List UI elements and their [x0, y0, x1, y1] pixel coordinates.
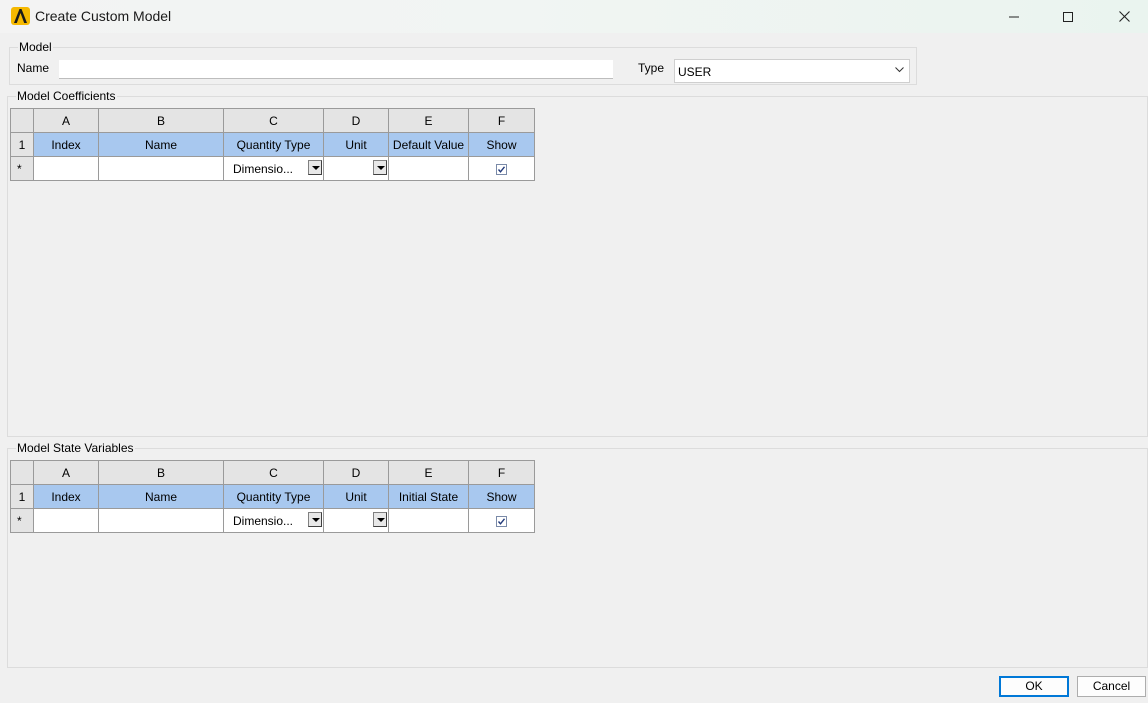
- column-letter: E: [388, 460, 469, 485]
- column-letter: F: [468, 108, 535, 133]
- column-header-default-value: Default Value: [388, 132, 469, 157]
- minimize-icon: [1009, 16, 1019, 17]
- dropdown-arrow-icon[interactable]: [373, 512, 387, 527]
- column-letter: C: [223, 460, 324, 485]
- name-cell[interactable]: [98, 508, 224, 533]
- ok-button[interactable]: OK: [999, 676, 1069, 697]
- name-cell[interactable]: [98, 156, 224, 181]
- minimize-button[interactable]: [991, 0, 1037, 33]
- state-variables-legend: Model State Variables: [17, 441, 134, 455]
- model-group-legend: Model: [19, 40, 52, 54]
- index-cell[interactable]: [33, 508, 99, 533]
- type-label: Type: [638, 61, 665, 75]
- column-letter-row: A B C D E F: [10, 460, 535, 485]
- show-checkbox[interactable]: [496, 163, 507, 175]
- chevron-down-icon: [895, 67, 904, 73]
- new-row-marker[interactable]: *: [10, 156, 34, 181]
- maximize-icon: [1063, 11, 1073, 22]
- column-letter: D: [323, 460, 389, 485]
- show-checkbox[interactable]: [496, 515, 507, 527]
- column-letter: A: [33, 108, 99, 133]
- type-select-value: USER: [678, 65, 712, 79]
- show-cell[interactable]: [468, 156, 535, 181]
- default-value-cell[interactable]: [388, 156, 469, 181]
- new-row: * Dimensio...: [10, 156, 535, 181]
- name-input[interactable]: [59, 60, 613, 79]
- maximize-button[interactable]: [1045, 0, 1091, 33]
- column-header-name: Name: [98, 484, 224, 509]
- corner-cell: [10, 460, 34, 485]
- column-letter: A: [33, 460, 99, 485]
- header-row: 1 Index Name Quantity Type Unit Default …: [10, 132, 535, 157]
- quantity-type-value: Dimensio...: [233, 162, 294, 176]
- name-label: Name: [17, 61, 50, 75]
- cancel-button[interactable]: Cancel: [1077, 676, 1146, 697]
- column-letter: B: [98, 108, 224, 133]
- window-title: Create Custom Model: [35, 8, 172, 24]
- quantity-type-cell[interactable]: Dimensio...: [223, 156, 324, 181]
- row-number: 1: [10, 132, 34, 157]
- column-letter: D: [323, 108, 389, 133]
- unit-cell[interactable]: [323, 156, 389, 181]
- coefficients-table: A B C D E F 1 Index Name Quantity Type U…: [10, 108, 535, 181]
- header-row: 1 Index Name Quantity Type Unit Initial …: [10, 484, 535, 509]
- dropdown-arrow-icon[interactable]: [308, 512, 322, 527]
- close-button[interactable]: [1101, 0, 1147, 33]
- column-header-show: Show: [468, 484, 535, 509]
- dropdown-arrow-icon[interactable]: [308, 160, 322, 175]
- state-variables-table: A B C D E F 1 Index Name Quantity Type U…: [10, 460, 535, 533]
- column-header-unit: Unit: [323, 484, 389, 509]
- show-cell[interactable]: [468, 508, 535, 533]
- index-cell[interactable]: [33, 156, 99, 181]
- column-letter: C: [223, 108, 324, 133]
- type-select[interactable]: USER: [674, 59, 910, 83]
- column-letter: E: [388, 108, 469, 133]
- ansys-logo-icon: [11, 7, 30, 25]
- row-number: 1: [10, 484, 34, 509]
- column-header-unit: Unit: [323, 132, 389, 157]
- unit-cell[interactable]: [323, 508, 389, 533]
- new-row-marker[interactable]: *: [10, 508, 34, 533]
- column-letter: F: [468, 460, 535, 485]
- checkmark-icon: [497, 166, 506, 173]
- quantity-type-cell[interactable]: Dimensio...: [223, 508, 324, 533]
- coefficients-legend: Model Coefficients: [17, 89, 116, 103]
- column-header-name: Name: [98, 132, 224, 157]
- column-header-index: Index: [33, 484, 99, 509]
- new-row: * Dimensio...: [10, 508, 535, 533]
- initial-state-cell[interactable]: [388, 508, 469, 533]
- dropdown-arrow-icon[interactable]: [373, 160, 387, 175]
- column-letter-row: A B C D E F: [10, 108, 535, 133]
- column-header-quantity-type: Quantity Type: [223, 484, 324, 509]
- quantity-type-value: Dimensio...: [233, 514, 294, 528]
- column-letter: B: [98, 460, 224, 485]
- corner-cell: [10, 108, 34, 133]
- column-header-index: Index: [33, 132, 99, 157]
- checkmark-icon: [497, 518, 506, 525]
- column-header-initial-state: Initial State: [388, 484, 469, 509]
- title-bar: Create Custom Model: [0, 0, 1148, 33]
- close-icon: [1118, 11, 1130, 22]
- column-header-show: Show: [468, 132, 535, 157]
- column-header-quantity-type: Quantity Type: [223, 132, 324, 157]
